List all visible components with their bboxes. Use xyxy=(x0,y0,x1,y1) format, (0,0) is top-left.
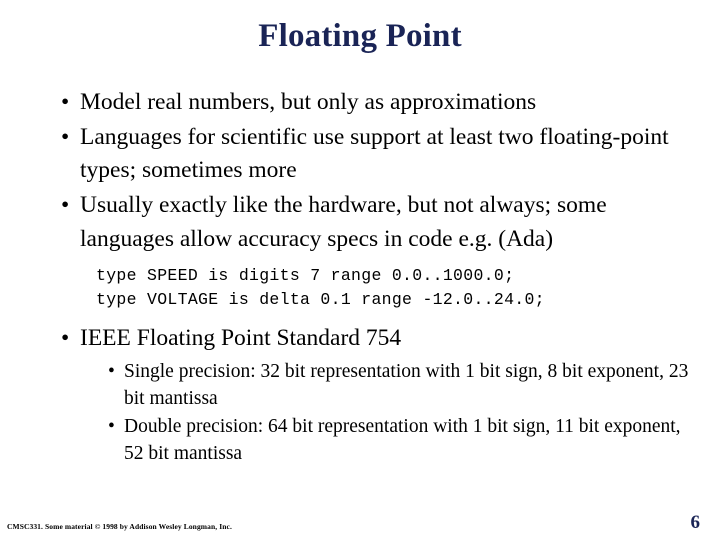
bullet-list-level-1-continued: • IEEE Floating Point Standard 754 xyxy=(0,322,720,356)
bullet-text: Model real numbers, but only as approxim… xyxy=(80,89,537,115)
list-item: • IEEE Floating Point Standard 754 xyxy=(0,322,720,356)
slide-canvas: Floating Point • Model real numbers, but… xyxy=(0,0,720,540)
list-item: • Model real numbers, but only as approx… xyxy=(0,86,720,120)
bullet-text: Usually exactly like the hardware, but n… xyxy=(80,192,607,252)
bullet-marker-icon: • xyxy=(61,89,70,115)
bullet-list-level-2: • Single precision: 32 bit representatio… xyxy=(0,359,720,468)
bullet-marker-icon: • xyxy=(108,415,115,437)
list-item: • Double precision: 64 bit representatio… xyxy=(0,414,720,468)
code-line: type VOLTAGE is delta 0.1 range -12.0..2… xyxy=(96,290,545,310)
bullet-text: Languages for scientific use support at … xyxy=(80,123,669,184)
list-item: • Single precision: 32 bit representatio… xyxy=(0,359,720,413)
bullet-text: IEEE Floating Point Standard 754 xyxy=(80,325,402,352)
page-title: Floating Point xyxy=(258,18,462,54)
sub-bullet-text: Single precision: 32 bit representation … xyxy=(124,360,689,409)
footer-credit: CMSC331. Some material © 1998 by Addison… xyxy=(7,522,232,531)
list-item: • Usually exactly like the hardware, but… xyxy=(0,189,720,256)
page-number: 6 xyxy=(690,512,701,533)
bullet-marker-icon: • xyxy=(61,123,70,150)
bullet-marker-icon: • xyxy=(61,192,70,219)
bullet-marker-icon: • xyxy=(108,360,115,382)
list-item: • Languages for scientific use support a… xyxy=(0,121,720,188)
code-line: type SPEED is digits 7 range 0.0..1000.0… xyxy=(96,265,515,285)
slide-body: • Model real numbers, but only as approx… xyxy=(0,86,720,468)
code-sample: type SPEED is digits 7 range 0.0..1000.0… xyxy=(0,264,720,314)
sub-bullet-text: Double precision: 64 bit representation … xyxy=(124,415,681,464)
bullet-list-level-1: • Model real numbers, but only as approx… xyxy=(0,86,720,257)
bullet-marker-icon: • xyxy=(61,325,70,352)
